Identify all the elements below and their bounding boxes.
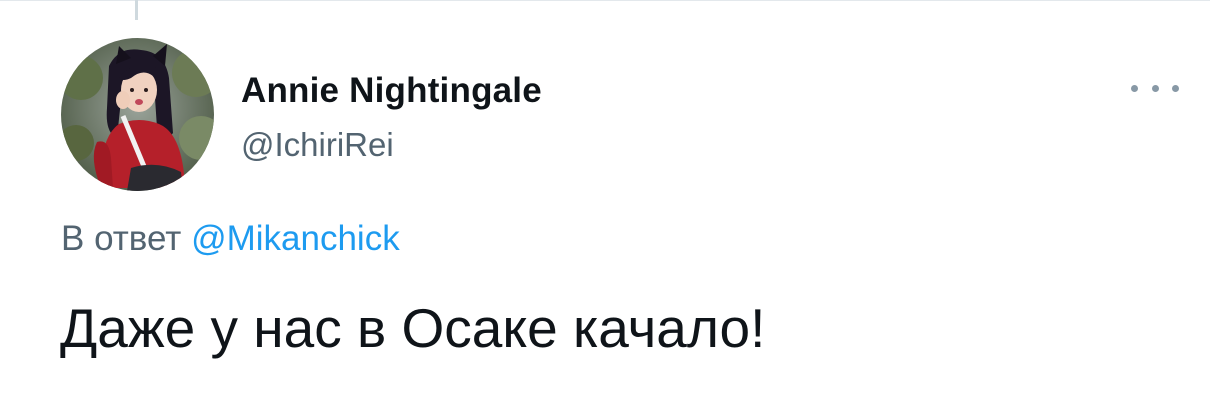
author-handle[interactable]: @IchiriRei [241, 125, 394, 165]
author-display-name[interactable]: Annie Nightingale [241, 69, 542, 113]
avatar-photo [61, 38, 214, 191]
tweet-card: Annie Nightingale @IchiriRei В ответ @Mi… [0, 0, 1210, 403]
reply-mention-link[interactable]: @Mikanchick [191, 219, 400, 258]
reply-context: В ответ @Mikanchick [61, 217, 400, 261]
divider [0, 0, 1210, 1]
tweet-text: Даже у нас в Осаке качало! [60, 297, 766, 359]
avatar[interactable] [61, 38, 214, 191]
more-dots-icon-dot [1151, 84, 1159, 92]
thread-connector-line [135, 0, 138, 20]
more-dots-icon-dot [1172, 84, 1179, 92]
more-options-button[interactable] [1131, 76, 1179, 100]
reply-prefix: В ответ [61, 219, 182, 258]
more-dots-icon [1131, 84, 1138, 92]
